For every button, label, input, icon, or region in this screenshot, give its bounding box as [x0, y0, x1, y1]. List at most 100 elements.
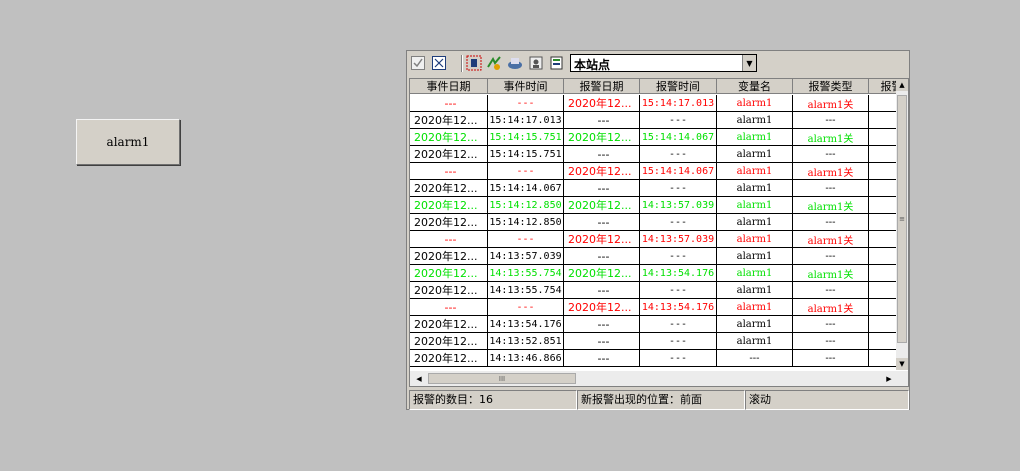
table-row[interactable]: --- --- 2020年12... 14:13:57.039 alarm1 alarm1… [410, 231, 896, 248]
alarm-grid: 事件日期事件时间报警日期报警时间变量名报警类型报警 ------2020年12.… [409, 78, 909, 387]
column-header[interactable]: 事件日期 [410, 79, 488, 94]
checkbox-cross-icon[interactable] [430, 54, 448, 72]
cell-event-date: 2020年12... [410, 316, 488, 333]
cell-event-time: 14:13:46.866 [488, 350, 564, 367]
grid-body: --- --- 2020年12... 15:14:17.013 alarm1 alarm1… [410, 95, 896, 370]
cell-event-time: 15:14:12.850 [488, 197, 564, 214]
cell-variable-name: --- [717, 350, 793, 367]
cell-event-date: --- [410, 95, 488, 112]
cell-event-time: 15:14:15.751 [488, 146, 564, 163]
table-row[interactable]: 2020年12... 14:13:54.176 --- --- alarm1 --- [410, 316, 896, 333]
cell-alarm-type: --- [793, 282, 869, 299]
cell-alarm-date: 2020年12... [564, 129, 640, 146]
scroll-down-icon[interactable]: ▼ [896, 358, 908, 370]
cell-variable-name: alarm1 [717, 231, 793, 248]
table-row[interactable]: 2020年12... 15:14:17.013 --- --- alarm1 --- [410, 112, 896, 129]
table-row[interactable]: 2020年12... 15:14:15.751 --- --- alarm1 --- [410, 146, 896, 163]
cell-alarm-time: 14:13:54.176 [640, 299, 717, 316]
cell-alarm-date: --- [564, 112, 640, 129]
column-header[interactable]: 报警时间 [640, 79, 717, 94]
table-row[interactable]: --- --- 2020年12... 15:14:17.013 alarm1 alarm1… [410, 95, 896, 112]
alarm1-button[interactable]: alarm1 [76, 119, 180, 165]
dropdown-arrow-icon[interactable]: ▼ [742, 55, 756, 71]
cell-variable-name: alarm1 [717, 333, 793, 350]
cell-empty [869, 350, 896, 367]
cell-alarm-time: --- [640, 316, 717, 333]
cell-alarm-type: --- [793, 112, 869, 129]
cell-empty [869, 163, 896, 180]
cell-event-date: 2020年12... [410, 282, 488, 299]
cell-alarm-type: --- [793, 350, 869, 367]
cell-event-time: --- [488, 299, 564, 316]
cell-empty [869, 146, 896, 163]
alarm-filter-icon[interactable] [465, 54, 483, 72]
table-row[interactable]: 2020年12... 15:14:14.067 --- --- alarm1 --- [410, 180, 896, 197]
table-row[interactable]: --- --- 2020年12... 15:14:14.067 alarm1 alarm1… [410, 163, 896, 180]
export-icon[interactable] [548, 54, 566, 72]
cell-alarm-type: alarm1关 [793, 231, 869, 248]
cell-empty [869, 180, 896, 197]
cell-empty [869, 282, 896, 299]
cell-event-time: 14:13:57.039 [488, 248, 564, 265]
cell-alarm-date: --- [564, 316, 640, 333]
column-header[interactable]: 报警日期 [564, 79, 640, 94]
cell-alarm-time: --- [640, 180, 717, 197]
table-row[interactable]: --- --- 2020年12... 14:13:54.176 alarm1 alarm1… [410, 299, 896, 316]
cell-empty [869, 129, 896, 146]
scroll-mode: 滚动 [745, 390, 909, 410]
vertical-scrollbar[interactable]: ▲ ≡ ▼ [896, 79, 908, 370]
table-row[interactable]: 2020年12... 14:13:57.039 --- --- alarm1 --- [410, 248, 896, 265]
user-icon[interactable] [527, 54, 545, 72]
print-icon[interactable] [506, 54, 524, 72]
cell-variable-name: alarm1 [717, 163, 793, 180]
column-header[interactable]: 报警类型 [793, 79, 869, 94]
cell-alarm-date: 2020年12... [564, 299, 640, 316]
cell-variable-name: alarm1 [717, 112, 793, 129]
table-row[interactable]: 2020年12... 14:13:46.866 --- --- --- --- [410, 350, 896, 367]
cell-event-date: 2020年12... [410, 248, 488, 265]
scroll-left-icon[interactable]: ◀ [412, 372, 426, 385]
cell-empty [869, 231, 896, 248]
checkbox-checked-icon[interactable] [409, 54, 427, 72]
cell-event-time: --- [488, 95, 564, 112]
cell-variable-name: alarm1 [717, 95, 793, 112]
vertical-scroll-thumb[interactable]: ≡ [897, 95, 907, 343]
column-header[interactable]: 事件时间 [488, 79, 564, 94]
cell-alarm-type: --- [793, 146, 869, 163]
cell-empty [869, 95, 896, 112]
table-row[interactable]: 2020年12... 15:14:12.850 2020年12... 14:13:57… [410, 197, 896, 214]
table-row[interactable]: 2020年12... 14:13:52.851 --- --- alarm1 --- [410, 333, 896, 350]
cell-variable-name: alarm1 [717, 282, 793, 299]
cell-event-time: 14:13:55.754 [488, 282, 564, 299]
table-row[interactable]: 2020年12... 15:14:12.850 --- --- alarm1 --- [410, 214, 896, 231]
toolbar-separator [461, 55, 462, 72]
column-header[interactable]: 变量名 [717, 79, 793, 94]
cell-empty [869, 197, 896, 214]
table-row[interactable]: 2020年12... 14:13:55.754 --- --- alarm1 --- [410, 282, 896, 299]
acknowledge-icon[interactable] [485, 54, 503, 72]
cell-empty [869, 299, 896, 316]
cell-alarm-date: 2020年12... [564, 163, 640, 180]
horizontal-scrollbar[interactable]: ◀ III ▶ [410, 371, 908, 386]
cell-alarm-type: --- [793, 333, 869, 350]
cell-alarm-time: --- [640, 112, 717, 129]
cell-empty [869, 248, 896, 265]
cell-alarm-date: --- [564, 350, 640, 367]
table-row[interactable]: 2020年12... 14:13:55.754 2020年12... 14:13:54… [410, 265, 896, 282]
cell-event-time: 15:14:17.013 [488, 112, 564, 129]
cell-event-time: 14:13:54.176 [488, 316, 564, 333]
horizontal-scroll-thumb[interactable]: III [428, 373, 576, 384]
scroll-up-icon[interactable]: ▲ [896, 79, 908, 91]
cell-alarm-date: 2020年12... [564, 265, 640, 282]
cell-event-date: 2020年12... [410, 129, 488, 146]
alarm-count: 报警的数目：16 [409, 390, 577, 410]
scroll-right-icon[interactable]: ▶ [882, 372, 896, 385]
cell-alarm-time: 14:13:54.176 [640, 265, 717, 282]
cell-event-time: 15:14:12.850 [488, 214, 564, 231]
table-row[interactable]: 2020年12... 15:14:15.751 2020年12... 15:14:14… [410, 129, 896, 146]
cell-alarm-time: --- [640, 350, 717, 367]
station-select[interactable]: 本站点 ▼ [570, 54, 757, 72]
cell-variable-name: alarm1 [717, 180, 793, 197]
cell-alarm-date: --- [564, 180, 640, 197]
column-header[interactable]: 报警 [869, 79, 896, 94]
